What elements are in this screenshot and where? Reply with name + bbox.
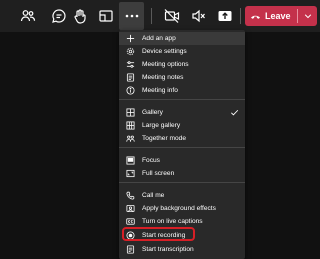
mic-off-icon[interactable] <box>188 6 208 26</box>
leave-button[interactable]: Leave <box>245 6 317 26</box>
recording-highlight-box <box>122 227 195 241</box>
menu-item-full-screen[interactable]: Full screen <box>119 167 245 180</box>
menu-item-label: Full screen <box>142 170 175 177</box>
menu-item-gallery[interactable]: Gallery <box>119 106 245 119</box>
notes-icon <box>125 73 135 83</box>
menu-item-label: Meeting notes <box>142 74 184 81</box>
toolbar-divider <box>240 8 241 24</box>
hang-up-icon <box>245 11 265 22</box>
sliders-icon <box>125 60 135 70</box>
large-grid-icon <box>125 121 135 131</box>
more-options-menu: Add an app Device settings Meeting optio… <box>119 30 245 259</box>
captions-icon <box>125 217 135 227</box>
menu-item-label: Device settings <box>142 48 187 55</box>
menu-item-label: Meeting options <box>142 61 189 68</box>
info-icon <box>125 86 135 96</box>
menu-item-meeting-options[interactable]: Meeting options <box>119 58 245 71</box>
menu-divider <box>119 147 245 148</box>
menu-item-together-mode[interactable]: Together mode <box>119 132 245 145</box>
raise-hand-icon[interactable] <box>70 6 90 26</box>
checkmark-icon <box>231 109 239 116</box>
phone-icon <box>125 191 135 201</box>
transcription-icon <box>125 245 135 255</box>
menu-item-call-me[interactable]: Call me <box>119 189 245 202</box>
background-icon <box>125 204 135 214</box>
leave-divider <box>297 9 298 23</box>
leave-label: Leave <box>265 11 291 21</box>
menu-item-large-gallery[interactable]: Large gallery <box>119 119 245 132</box>
plus-icon <box>125 34 135 44</box>
focus-icon <box>125 156 135 166</box>
menu-item-label: Start transcription <box>142 246 194 253</box>
menu-item-label: Meeting info <box>142 87 178 94</box>
grid-icon <box>125 108 135 118</box>
menu-item-label: Large gallery <box>142 122 181 129</box>
menu-item-apply-background-effects[interactable]: Apply background effects <box>119 202 245 215</box>
menu-item-label: Call me <box>142 192 165 199</box>
gear-icon <box>125 47 135 57</box>
chevron-down-icon[interactable] <box>301 8 315 24</box>
menu-item-label: Focus <box>142 157 160 164</box>
menu-item-label: Gallery <box>142 109 163 116</box>
menu-item-meeting-info[interactable]: Meeting info <box>119 84 245 97</box>
menu-item-meeting-notes[interactable]: Meeting notes <box>119 71 245 84</box>
menu-item-label: Apply background effects <box>142 205 216 212</box>
menu-item-label: Together mode <box>142 135 186 142</box>
menu-item-start-transcription[interactable]: Start transcription <box>119 243 245 256</box>
menu-divider <box>119 182 245 183</box>
chat-icon[interactable] <box>49 6 69 26</box>
share-screen-icon[interactable] <box>96 6 116 26</box>
share-tray-icon[interactable] <box>215 6 235 26</box>
more-options-icon[interactable] <box>122 6 142 26</box>
camera-off-icon[interactable] <box>162 6 182 26</box>
menu-item-label: Add an app <box>142 35 176 42</box>
menu-item-label: Turn on live captions <box>142 218 203 225</box>
menu-item-focus[interactable]: Focus <box>119 154 245 167</box>
meeting-toolbar: Leave <box>0 0 320 32</box>
together-icon <box>125 134 135 144</box>
people-icon[interactable] <box>18 6 38 26</box>
menu-item-device-settings[interactable]: Device settings <box>119 45 245 58</box>
fullscreen-icon <box>125 169 135 179</box>
menu-divider <box>119 99 245 100</box>
menu-item-add-an-app[interactable]: Add an app <box>119 32 245 45</box>
toolbar-divider <box>151 8 152 24</box>
